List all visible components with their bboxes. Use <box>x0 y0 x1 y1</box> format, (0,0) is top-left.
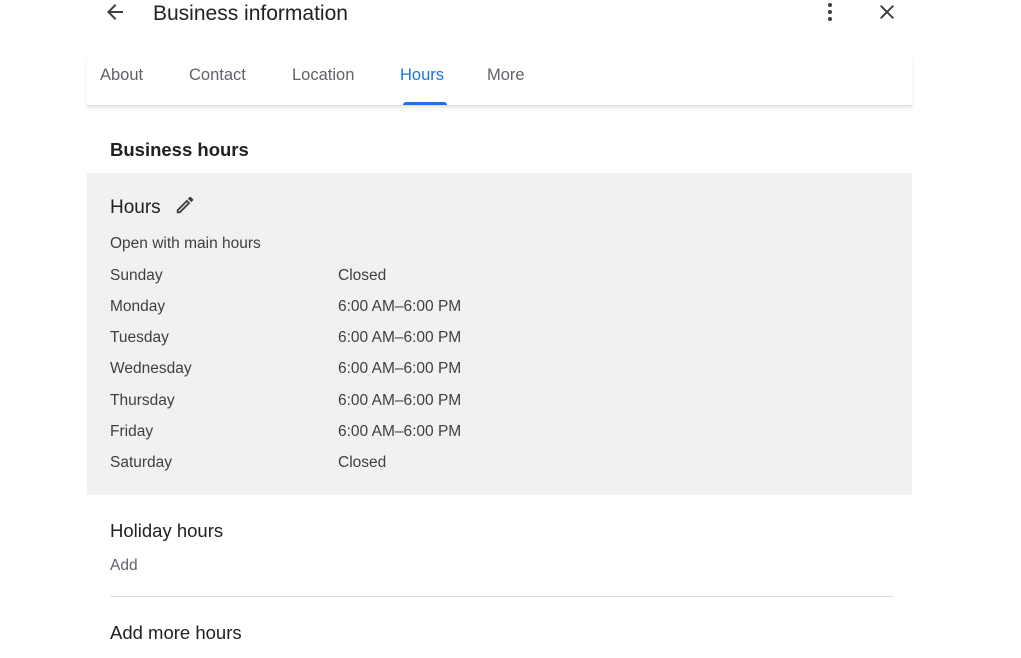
hours-value: 6:00 AM–6:00 PM <box>338 298 462 315</box>
hours-card: Hours Open with main hours Sunday Closed… <box>87 173 912 495</box>
hours-row-saturday: Saturday Closed <box>110 454 610 476</box>
hours-row-wednesday: Wednesday 6:00 AM–6:00 PM <box>110 360 610 382</box>
page-title: Business information <box>153 2 348 25</box>
hours-value: Closed <box>338 454 387 471</box>
add-more-hours-button[interactable]: Add more hours <box>110 622 242 644</box>
panel-header: Business information <box>87 0 912 30</box>
divider <box>110 596 893 597</box>
tab-bar: About Contact Location Hours More <box>87 56 912 106</box>
hours-row-thursday: Thursday 6:00 AM–6:00 PM <box>110 392 610 414</box>
more-options-button[interactable] <box>814 0 846 28</box>
hours-row-tuesday: Tuesday 6:00 AM–6:00 PM <box>110 329 610 351</box>
day-label: Tuesday <box>110 329 169 346</box>
arrow-back-icon <box>103 0 127 29</box>
hours-row-friday: Friday 6:00 AM–6:00 PM <box>110 423 610 445</box>
more-vert-icon <box>818 0 842 29</box>
hours-status: Open with main hours <box>110 235 261 252</box>
day-label: Thursday <box>110 392 175 409</box>
day-label: Wednesday <box>110 360 192 377</box>
add-holiday-hours-link[interactable]: Add <box>110 557 138 575</box>
pencil-icon <box>174 194 196 221</box>
holiday-hours-title: Holiday hours <box>110 520 224 541</box>
hours-value: Closed <box>338 267 387 284</box>
business-information-panel: Business information About Contact Locat… <box>87 0 912 658</box>
hours-row-monday: Monday 6:00 AM–6:00 PM <box>110 298 610 320</box>
hours-value: 6:00 AM–6:00 PM <box>338 423 462 440</box>
close-icon <box>875 0 899 29</box>
tab-about[interactable]: About <box>100 66 143 106</box>
tab-hours[interactable]: Hours <box>400 66 444 106</box>
section-title: Business hours <box>110 139 249 160</box>
hours-row-sunday: Sunday Closed <box>110 267 610 289</box>
hours-value: 6:00 AM–6:00 PM <box>338 392 462 409</box>
close-button[interactable] <box>871 0 903 28</box>
tab-contact[interactable]: Contact <box>189 66 246 106</box>
hours-heading: Hours <box>110 197 161 218</box>
day-label: Friday <box>110 423 154 440</box>
tab-location[interactable]: Location <box>292 66 354 106</box>
day-label: Monday <box>110 298 166 315</box>
day-label: Saturday <box>110 454 173 471</box>
tab-more[interactable]: More <box>487 66 525 106</box>
hours-value: 6:00 AM–6:00 PM <box>338 360 462 377</box>
back-button[interactable] <box>99 0 131 28</box>
hours-value: 6:00 AM–6:00 PM <box>338 329 462 346</box>
active-tab-indicator <box>403 102 447 105</box>
edit-hours-button[interactable] <box>173 195 197 219</box>
day-label: Sunday <box>110 267 163 284</box>
